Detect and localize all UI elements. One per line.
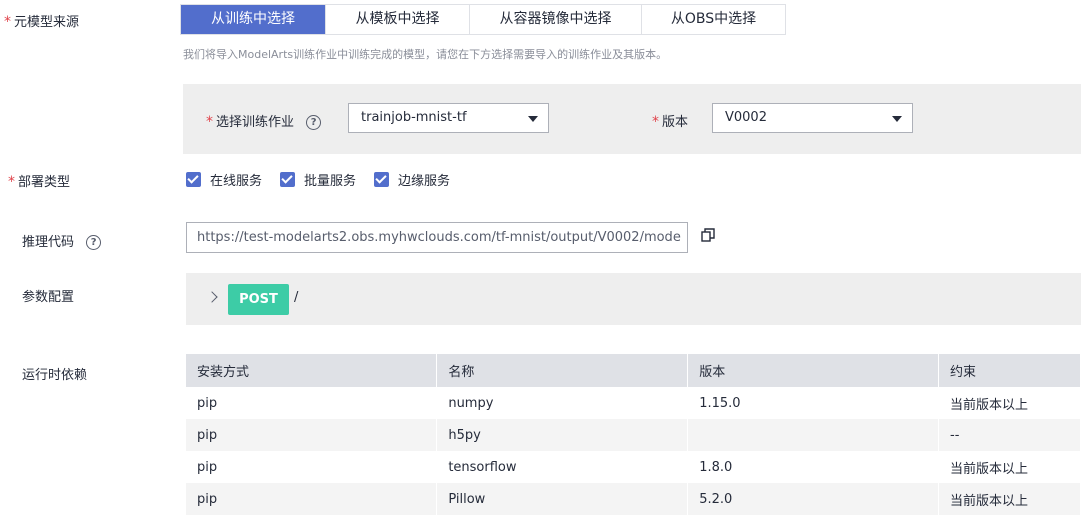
version-select[interactable]: V0002: [712, 103, 913, 133]
cell-install-method: pip: [186, 387, 438, 419]
tab-from-template[interactable]: 从模板中选择: [326, 5, 470, 34]
deploy-type-label: * 部署类型: [8, 171, 70, 190]
checkbox-label: 在线服务: [210, 174, 263, 189]
checkbox-label: 边缘服务: [398, 174, 451, 189]
training-job-select[interactable]: trainjob-mnist-tf: [348, 103, 549, 133]
table-row: pip numpy 1.15.0 当前版本以上: [186, 387, 1081, 419]
runtime-deps-label: 运行时依赖: [22, 368, 88, 383]
checkbox-checked-icon: [280, 172, 296, 187]
checkbox-online-service[interactable]: 在线服务: [186, 170, 262, 189]
source-hint: 我们将导入ModelArts训练作业中训练完成的模型，请您在下方选择需要导入的训…: [183, 48, 668, 61]
select-job-text: 选择训练作业: [216, 115, 295, 130]
checkbox-checked-icon: [186, 172, 201, 187]
caret-down-icon: [528, 116, 538, 122]
version-label: * 版本: [652, 111, 688, 130]
checkbox-batch-service[interactable]: 批量服务: [280, 170, 356, 189]
required-mark: *: [8, 174, 15, 190]
caret-down-icon: [892, 116, 902, 122]
copy-icon[interactable]: [701, 228, 715, 242]
cell-constraint: 当前版本以上: [938, 451, 1081, 483]
checkbox-label: 批量服务: [304, 174, 357, 189]
post-method-badge: POST: [228, 284, 289, 315]
table-row: pip Pillow 5.2.0 当前版本以上: [186, 483, 1081, 515]
table-row: pip tensorflow 1.8.0 当前版本以上: [186, 451, 1081, 483]
cell-name: Pillow: [436, 483, 689, 515]
header-constraint: 约束: [938, 354, 1081, 387]
table-header-row: 安装方式 名称 版本 约束: [186, 354, 1081, 387]
tab-from-container-image[interactable]: 从容器镜像中选择: [470, 5, 642, 34]
training-job-value: trainjob-mnist-tf: [361, 110, 467, 125]
deploy-options: 在线服务 批量服务 边缘服务: [186, 170, 468, 189]
checkbox-edge-service[interactable]: 边缘服务: [374, 170, 450, 189]
table-row: pip h5py --: [186, 419, 1081, 451]
header-version: 版本: [687, 354, 940, 387]
cell-install-method: pip: [186, 483, 438, 515]
version-text: 版本: [662, 115, 689, 130]
cell-name: tensorflow: [436, 451, 689, 483]
cell-version: [687, 419, 940, 451]
help-icon[interactable]: ?: [86, 235, 102, 250]
cell-constraint: 当前版本以上: [938, 483, 1081, 515]
cell-version: 5.2.0: [687, 483, 940, 515]
cell-install-method: pip: [186, 451, 438, 483]
model-source-label: * 元模型来源: [4, 11, 79, 30]
select-job-label: * 选择训练作业 ?: [206, 111, 322, 130]
required-mark: *: [652, 114, 659, 130]
cell-install-method: pip: [186, 419, 438, 451]
version-value: V0002: [725, 110, 767, 125]
required-mark: *: [4, 14, 11, 30]
inference-code-text: 推理代码: [22, 235, 75, 250]
inference-code-url-field[interactable]: https://test-modelarts2.obs.myhwclouds.c…: [186, 222, 688, 253]
cell-version: 1.15.0: [687, 387, 940, 419]
tab-from-training[interactable]: 从训练中选择: [181, 5, 326, 34]
cell-constraint: 当前版本以上: [938, 387, 1081, 419]
header-install-method: 安装方式: [186, 354, 438, 387]
deps-table: 安装方式 名称 版本 约束 pip numpy 1.15.0 当前版本以上 pi…: [186, 354, 1081, 515]
checkbox-checked-icon: [374, 172, 390, 187]
required-mark: *: [206, 114, 213, 130]
param-config-panel: [186, 273, 1081, 325]
cell-version: 1.8.0: [687, 451, 940, 483]
inference-code-label: 推理代码 ?: [22, 231, 102, 250]
api-path: /: [294, 290, 299, 305]
header-name: 名称: [436, 354, 689, 387]
cell-constraint: --: [938, 419, 1081, 451]
cell-name: h5py: [436, 419, 689, 451]
deploy-type-text: 部署类型: [18, 175, 71, 190]
tab-from-obs[interactable]: 从OBS中选择: [642, 5, 785, 34]
source-tabs: 从训练中选择 从模板中选择 从容器镜像中选择 从OBS中选择: [180, 4, 786, 35]
model-source-text: 元模型来源: [14, 15, 80, 30]
cell-name: numpy: [436, 387, 689, 419]
param-config-label: 参数配置: [22, 290, 75, 305]
help-icon[interactable]: ?: [306, 115, 322, 130]
